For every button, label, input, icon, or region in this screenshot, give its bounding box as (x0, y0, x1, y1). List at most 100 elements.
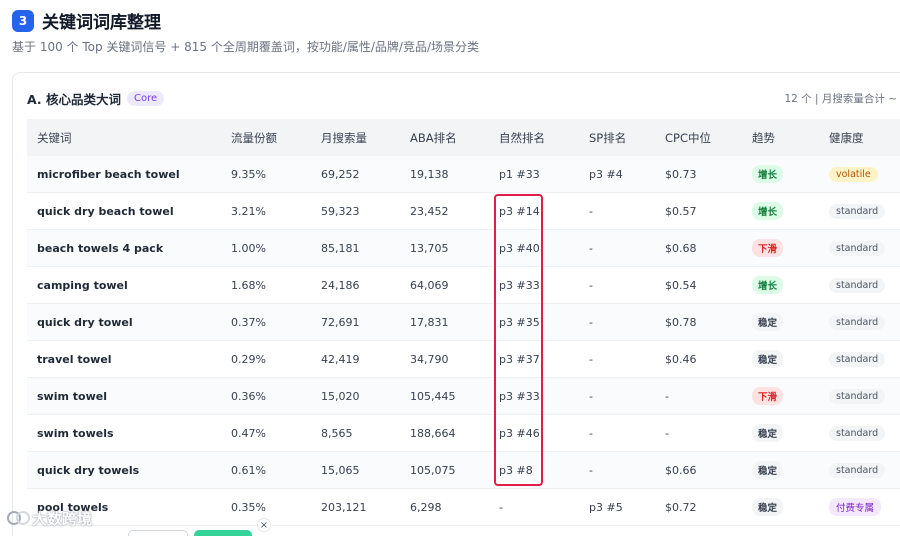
cpc-median-cell: $0.68 (665, 241, 697, 255)
trend-badge: 稳定 (752, 350, 784, 368)
sp-rank-cell: p3 #5 (589, 500, 623, 514)
health-cell: volatile (819, 166, 900, 182)
sp-rank-cell: - (589, 389, 593, 403)
health-badge: 付费专属 (829, 498, 882, 516)
health-cell: standard (819, 462, 900, 478)
trend-cell: 稳定 (742, 461, 819, 479)
organic-rank-cell: p3 #14 (499, 204, 540, 218)
search-volume-cell: 72,691 (321, 315, 360, 329)
organic-rank-cell: - (499, 500, 503, 514)
table-row[interactable]: quick dry towels 0.61% 15,065 105,075 p3 #8 -… (27, 452, 900, 489)
traffic-share-cell: 1.00% (231, 241, 266, 255)
table-row[interactable]: camping towel 1.68% 24,186 64,069 p3 #33 - $0.… (27, 267, 900, 304)
keyword-cell: swim towels (37, 426, 114, 440)
sp-rank-cell: - (589, 204, 593, 218)
health-badge: standard (829, 462, 886, 478)
sp-rank-cell: - (589, 463, 593, 477)
trend-badge: 稳定 (752, 498, 784, 516)
trend-badge: 稳定 (752, 424, 784, 442)
cpc-median-cell: $0.73 (665, 167, 697, 181)
cpc-median-cell: $0.72 (665, 500, 697, 514)
table-row[interactable]: quick dry towel 0.37% 72,691 17,831 p3 #35 - $… (27, 304, 900, 341)
trend-badge: 增长 (752, 165, 784, 183)
aba-rank-cell: 188,664 (410, 426, 456, 440)
traffic-share-cell: 0.47% (231, 426, 266, 440)
card-header: A. 核心品类大词 Core (27, 89, 165, 108)
health-badge: standard (829, 388, 886, 404)
search-volume-cell: 24,186 (321, 278, 360, 292)
header-aba-rank[interactable]: ABA排名 (400, 130, 489, 146)
health-badge: standard (829, 351, 886, 367)
trend-cell: 稳定 (742, 313, 819, 331)
header-search-volume[interactable]: 月搜索量 (311, 130, 400, 146)
trend-cell: 增长 (742, 276, 819, 294)
table-row[interactable]: beach towels 4 pack 1.00% 85,181 13,705 p3 #… (27, 230, 900, 267)
aba-rank-cell: 64,069 (410, 278, 449, 292)
health-badge: standard (829, 425, 886, 441)
keyword-cell: microfiber beach towel (37, 167, 180, 181)
health-cell: standard (819, 351, 900, 367)
trend-badge: 下滑 (752, 239, 784, 257)
section-title: 关键词词库整理 (42, 13, 161, 33)
trend-badge: 增长 (752, 202, 784, 220)
trend-badge: 增长 (752, 276, 784, 294)
keyword-cell: travel towel (37, 352, 112, 366)
header-traffic-share[interactable]: 流量份额 (221, 130, 311, 146)
aba-rank-cell: 19,138 (410, 167, 449, 181)
aba-rank-cell: 13,705 (410, 241, 449, 255)
table-row[interactable]: microfiber beach towel 9.35% 69,252 19,138 p… (27, 156, 900, 193)
keyword-cell: quick dry towels (37, 463, 140, 477)
health-cell: standard (819, 240, 900, 256)
brand-logo-icon (7, 511, 30, 525)
table-row[interactable]: travel towel 0.29% 42,419 34,790 p3 #37 - $0.4… (27, 341, 900, 378)
bottom-secondary-button[interactable] (128, 530, 188, 536)
header-cpc-median[interactable]: CPC中位 (655, 130, 742, 146)
health-badge: standard (829, 240, 886, 256)
organic-rank-cell: p3 #33 (499, 278, 540, 292)
trend-badge: 稳定 (752, 313, 784, 331)
sp-rank-cell: - (589, 315, 593, 329)
bottom-primary-button[interactable] (194, 530, 252, 536)
table-row[interactable]: quick dry beach towel 3.21% 59,323 23,452 p3… (27, 193, 900, 230)
table-row[interactable]: swim towel 0.36% 15,020 105,445 p3 #33 - - 下滑 st… (27, 378, 900, 415)
sp-rank-cell: p3 #4 (589, 167, 623, 181)
trend-cell: 稳定 (742, 424, 819, 442)
core-keywords-card: A. 核心品类大词 Core 12 个 | 月搜索量合计 ~ 关键词 流量份额 … (12, 72, 900, 536)
search-volume-cell: 85,181 (321, 241, 360, 255)
health-cell: standard (819, 425, 900, 441)
organic-rank-cell: p3 #37 (499, 352, 540, 366)
trend-cell: 下滑 (742, 387, 819, 405)
trend-cell: 增长 (742, 202, 819, 220)
sp-rank-cell: - (589, 241, 593, 255)
table-row[interactable]: swim towels 0.47% 8,565 188,664 p3 #46 - - 稳定 st… (27, 415, 900, 452)
header-sp-rank[interactable]: SP排名 (579, 130, 655, 146)
trend-badge: 下滑 (752, 387, 784, 405)
search-volume-cell: 42,419 (321, 352, 360, 366)
header-keyword[interactable]: 关键词 (27, 130, 221, 146)
search-volume-cell: 59,323 (321, 204, 360, 218)
search-volume-cell: 69,252 (321, 167, 360, 181)
header-trend[interactable]: 趋势 (742, 130, 819, 146)
close-icon[interactable]: × (257, 518, 271, 532)
traffic-share-cell: 0.36% (231, 389, 266, 403)
traffic-share-cell: 1.68% (231, 278, 266, 292)
search-volume-cell: 15,065 (321, 463, 360, 477)
organic-rank-cell: p3 #40 (499, 241, 540, 255)
trend-cell: 下滑 (742, 239, 819, 257)
sp-rank-cell: - (589, 278, 593, 292)
health-cell: standard (819, 203, 900, 219)
search-volume-cell: 15,020 (321, 389, 360, 403)
organic-rank-cell: p3 #8 (499, 463, 533, 477)
health-cell: standard (819, 388, 900, 404)
aba-rank-cell: 105,075 (410, 463, 456, 477)
health-cell: standard (819, 314, 900, 330)
health-badge: standard (829, 314, 886, 330)
keyword-cell: camping towel (37, 278, 128, 292)
header-organic-rank[interactable]: 自然排名 (489, 130, 579, 146)
traffic-share-cell: 3.21% (231, 204, 266, 218)
traffic-share-cell: 9.35% (231, 167, 266, 181)
cpc-median-cell: $0.46 (665, 352, 697, 366)
header-health[interactable]: 健康度 (819, 130, 900, 146)
organic-rank-cell: p1 #33 (499, 167, 540, 181)
table-row[interactable]: pool towels 0.35% 203,121 6,298- p3 #5 $0.72 稳… (27, 489, 900, 526)
